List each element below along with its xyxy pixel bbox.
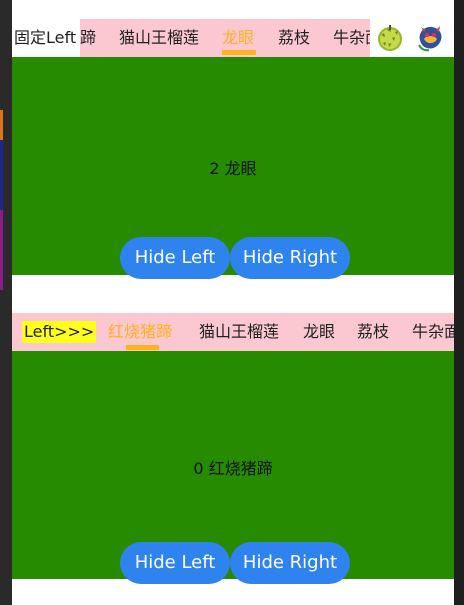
device-frame-right (454, 0, 464, 605)
bottom-content-area: 0 红烧猪蹄 Hide Left Hide Right (12, 351, 454, 584)
top-content-area: 2 龙眼 Hide Left Hide Right (12, 57, 454, 279)
top-tab-3[interactable]: 荔枝 (278, 19, 310, 57)
bottom-tab-1[interactable]: 猫山王榴莲 (199, 313, 279, 351)
bottom-tab-indicator (126, 345, 159, 350)
top-tab-1[interactable]: 猫山王榴莲 (119, 19, 199, 57)
top-right-icons (370, 19, 454, 57)
bottom-hide-left-button[interactable]: Hide Left (120, 542, 230, 584)
bottom-tab-3[interactable]: 荔枝 (357, 313, 389, 351)
bottom-content-text: 0 红烧猪蹄 (193, 459, 273, 478)
top-tab-0[interactable]: 蹄 (80, 19, 96, 57)
bottom-hide-right-button[interactable]: Hide Right (230, 542, 350, 584)
frame-accent-orange (0, 110, 3, 140)
top-content-text: 2 龙眼 (209, 159, 257, 178)
bottom-fixed-left-label[interactable]: Left>>> (22, 321, 97, 343)
device-frame-left (0, 0, 12, 605)
bottom-tab-4[interactable]: 牛杂面 (412, 313, 454, 351)
frame-accent-blue (0, 140, 3, 210)
top-hide-right-button[interactable]: Hide Right (230, 237, 350, 279)
top-tab-indicator (222, 50, 256, 55)
top-tab-bar: 固定Left 蹄 猫山王榴莲 龙眼 荔枝 牛杂面 (12, 19, 454, 57)
top-hide-left-button[interactable]: Hide Left (120, 237, 230, 279)
screen: 固定Left 蹄 猫山王榴莲 龙眼 荔枝 牛杂面 2 龙眼 Hide Left … (12, 0, 454, 605)
dragon-icon[interactable] (415, 23, 445, 53)
durian-icon[interactable] (375, 23, 405, 53)
bottom-tab-2[interactable]: 龙眼 (303, 313, 335, 351)
top-fixed-left-label[interactable]: 固定Left (14, 19, 77, 57)
frame-accent-purple (0, 210, 3, 290)
bottom-tab-bar: Left>>> 红烧猪蹄 猫山王榴莲 龙眼 荔枝 牛杂面 (12, 313, 454, 351)
